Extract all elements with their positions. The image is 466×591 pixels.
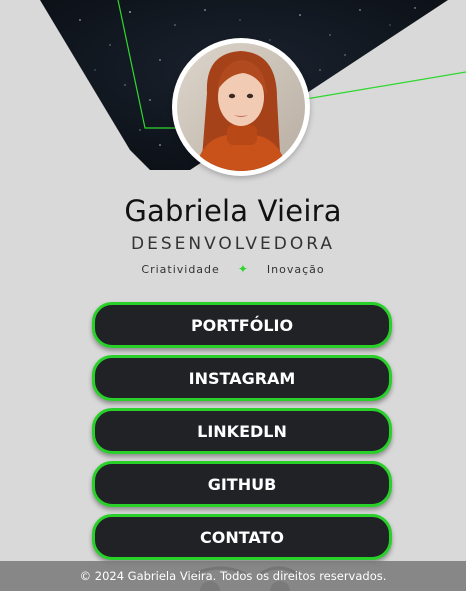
profile-name: Gabriela Vieira bbox=[124, 194, 342, 228]
avatar-frame bbox=[172, 38, 310, 176]
tag-left: Criatividade bbox=[141, 262, 220, 276]
linkedin-button[interactable]: LINKEDLN bbox=[92, 408, 392, 454]
tag-right: Inovação bbox=[266, 262, 325, 276]
profile-tags: Criatividade ✦ Inovação bbox=[0, 262, 466, 276]
link-page: Gabriela Vieira DESENVOLVEDORA Criativid… bbox=[0, 0, 466, 591]
instagram-button[interactable]: INSTAGRAM bbox=[92, 355, 392, 401]
sparkle-icon: ✦ bbox=[237, 262, 249, 276]
portfolio-button[interactable]: PORTFÓLIO bbox=[92, 302, 392, 348]
profile-role: DESENVOLVEDORA bbox=[131, 234, 335, 254]
contact-button[interactable]: CONTATO bbox=[92, 514, 392, 560]
footer-copyright: © 2024 Gabriela Vieira. Todos os direito… bbox=[0, 561, 466, 591]
profile-photo-icon bbox=[177, 43, 305, 171]
avatar bbox=[177, 43, 305, 171]
github-button[interactable]: GITHUB bbox=[92, 461, 392, 507]
